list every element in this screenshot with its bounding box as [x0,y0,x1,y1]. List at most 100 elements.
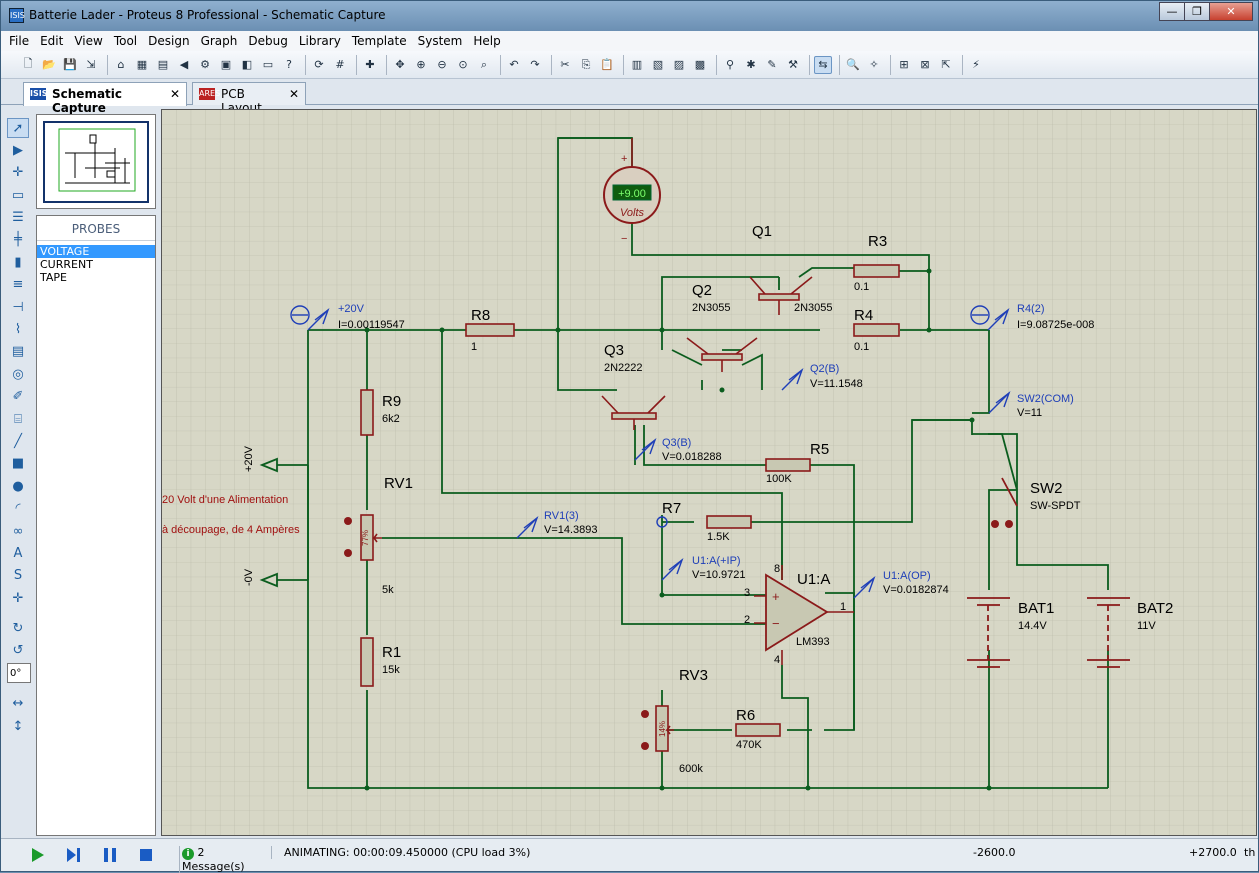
menu-file[interactable]: File [9,34,29,48]
junction-dot-icon[interactable]: ✛ [7,163,29,183]
zoom-in-icon[interactable]: ⊕ [412,56,430,74]
make-device-icon[interactable]: ✱ [742,56,760,74]
voltage-probe-icon[interactable]: ✐ [7,387,29,407]
pcb-icon[interactable]: ▤ [154,56,172,74]
close-tab-icon[interactable]: ✕ [289,87,299,105]
menu-design[interactable]: Design [148,34,189,48]
home-icon[interactable]: ⌂ [112,56,130,74]
resistor-r3[interactable] [853,264,900,278]
menu-tool[interactable]: Tool [114,34,137,48]
device-pins-icon[interactable]: ⊣ [7,297,29,317]
menu-debug[interactable]: Debug [248,34,287,48]
virtual-instruments-icon[interactable]: ⌸ [7,409,29,429]
resistor-r9[interactable] [360,389,374,436]
arc-icon[interactable]: ◜ [7,499,29,519]
probe-item-voltage[interactable]: VOLTAGE [37,245,155,258]
circle-icon[interactable]: ● [7,476,29,496]
rotate-cw-icon[interactable]: ↻ [7,619,29,639]
text-script-icon[interactable]: ☰ [7,208,29,228]
back-icon[interactable]: ◀ [175,56,193,74]
open-folder-icon[interactable]: 📂 [40,56,58,74]
stop-button[interactable] [137,846,155,864]
decompose-icon[interactable]: ⚒ [784,56,802,74]
block-rotate-icon[interactable]: ▨ [670,56,688,74]
resistor-r8[interactable] [465,323,515,337]
menu-view[interactable]: View [74,34,102,48]
netlist-icon[interactable]: ⚡ [967,56,985,74]
menu-template[interactable]: Template [352,34,407,48]
schematic-canvas[interactable]: +9.00 Volts + − + − Q1 Q2 Q3 R3 R4 R8 R9… [161,109,1257,836]
new-sheet-icon[interactable]: ⊞ [895,56,913,74]
schematic-icon[interactable]: ▦ [133,56,151,74]
refresh-icon[interactable]: ⟳ [310,56,328,74]
package-tool-icon[interactable]: ✎ [763,56,781,74]
undo-icon[interactable]: ↶ [505,56,523,74]
zoom-area-icon[interactable]: ⌕ [475,56,493,74]
subcircuit-icon[interactable]: ▮ [7,252,29,272]
tab-pcb-layout[interactable]: ARES PCB Layout ✕ [192,82,306,115]
overview-window[interactable] [36,114,156,209]
help-icon[interactable]: ? [280,56,298,74]
grid-icon[interactable]: # [331,56,349,74]
origin-icon[interactable]: ✚ [361,56,379,74]
copy-icon[interactable]: ⎘ [577,56,595,74]
text-icon[interactable]: A [7,543,29,563]
menu-graph[interactable]: Graph [201,34,238,48]
pan-icon[interactable]: ✥ [391,56,409,74]
save-icon[interactable]: 💾 [61,56,79,74]
generator-icon[interactable]: ◎ [7,364,29,384]
probe-item-tape[interactable]: TAPE [37,271,155,284]
zoom-all-icon[interactable]: ⊙ [454,56,472,74]
close-tab-icon[interactable]: ✕ [170,87,180,106]
menu-edit[interactable]: Edit [40,34,63,48]
play-button[interactable] [29,846,47,864]
selection-mode-icon[interactable]: ➚ [7,118,29,138]
resistor-r7[interactable] [706,515,752,529]
gerber-icon[interactable]: ⚙ [196,56,214,74]
transistor-q2[interactable] [701,353,743,361]
resistor-r5[interactable] [765,458,811,472]
zoom-out-icon[interactable]: ⊖ [433,56,451,74]
menu-help[interactable]: Help [473,34,500,48]
tape-recorder-icon[interactable]: ▤ [7,342,29,362]
remove-sheet-icon[interactable]: ⊠ [916,56,934,74]
resistor-r1[interactable] [360,637,374,687]
terminals-icon[interactable]: ≡ [7,275,29,295]
block-copy-icon[interactable]: ▥ [628,56,646,74]
new-file-icon[interactable]: 🗋 [19,56,37,74]
minimize-button[interactable]: — [1159,2,1185,21]
source-icon[interactable]: ◧ [238,56,256,74]
menu-system[interactable]: System [418,34,463,48]
box-icon[interactable]: ■ [7,454,29,474]
transistor-q1[interactable] [758,293,800,301]
transistor-q3[interactable] [611,412,657,420]
mirror-x-icon[interactable]: ↔ [7,694,29,714]
mirror-y-icon[interactable]: ↕ [7,716,29,736]
menu-library[interactable]: Library [299,34,341,48]
messages-panel[interactable]: i 2 Message(s) [179,846,267,873]
bom-icon[interactable]: ▣ [217,56,235,74]
graph-icon[interactable]: ⌇ [7,320,29,340]
probe-item-current[interactable]: CURRENT [37,258,155,271]
close-button[interactable]: ✕ [1209,2,1253,21]
rotate-ccw-icon[interactable]: ↺ [7,641,29,661]
paste-icon[interactable]: 📋 [598,56,616,74]
exit-parent-icon[interactable]: ⇱ [937,56,955,74]
tab-schematic-capture[interactable]: ISIS Schematic Capture ✕ [23,82,187,115]
search-icon[interactable]: 🔍 [844,56,862,74]
wire-autorouter-icon[interactable]: ⇆ [814,55,832,74]
schematic-drawing[interactable]: +9.00 Volts + − + − Q1 Q2 Q3 R3 R4 R8 R9… [162,110,1257,836]
pause-button[interactable] [101,846,119,864]
pick-device-icon[interactable]: ⚲ [721,56,739,74]
redo-icon[interactable]: ↷ [526,56,544,74]
marker-icon[interactable]: ✛ [7,588,29,608]
resistor-r6[interactable] [735,723,781,737]
symbol-icon[interactable]: S [7,566,29,586]
buses-icon[interactable]: ╪ [7,230,29,250]
property-tool-icon[interactable]: ✧ [865,56,883,74]
line-icon[interactable]: ╱ [7,431,29,451]
maximize-button[interactable]: ❐ [1184,2,1210,21]
resistor-r4[interactable] [853,323,900,337]
import-icon[interactable]: ⇲ [82,56,100,74]
path-icon[interactable]: ∞ [7,521,29,541]
